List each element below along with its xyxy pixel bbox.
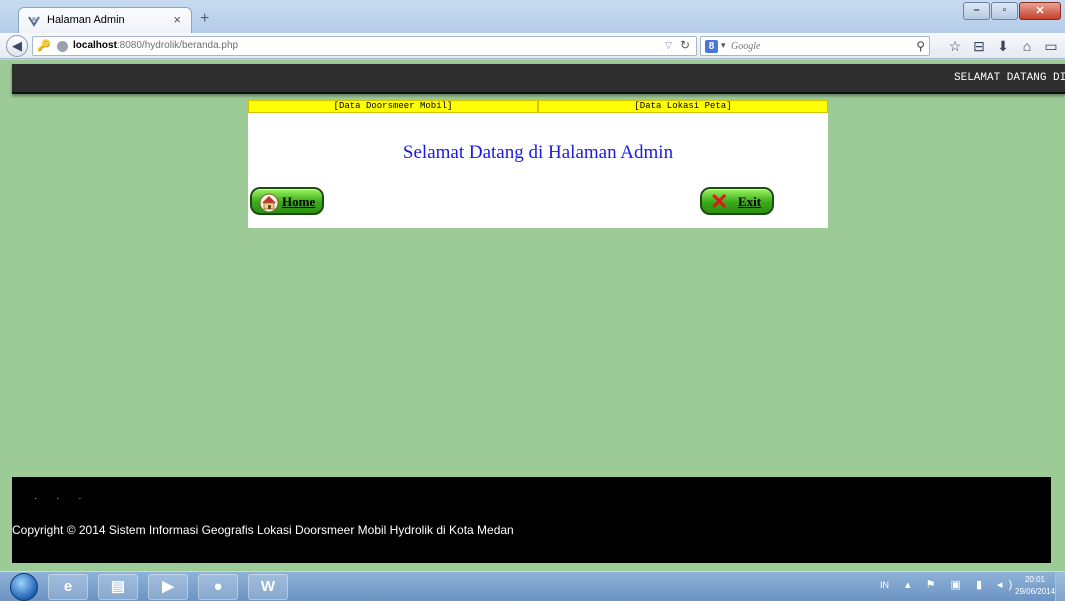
menu-item-doorsmeer[interactable]: [Data Doorsmeer Mobil] xyxy=(248,100,538,113)
language-indicator[interactable]: IN xyxy=(880,580,889,590)
footer-dots: · · · xyxy=(34,493,90,504)
clock-time: 20:01 xyxy=(1024,575,1046,584)
browser-titlebar: Halaman Admin × + – ▫ ✕ xyxy=(0,0,1065,34)
browser-navbar: ◀ 🔑 localhost:8080/hydrolik/beranda.php … xyxy=(0,33,1065,59)
reload-icon[interactable]: ↻ xyxy=(680,38,690,52)
tab-close-icon[interactable]: × xyxy=(173,12,181,27)
firefox-icon[interactable]: ● xyxy=(198,574,238,600)
welcome-marquee: SELAMAT DATANG DI xyxy=(954,72,1065,84)
search-input[interactable] xyxy=(731,39,901,53)
toolbar-icons: ☆ ⊟ ⬇ ⌂ ▭ ≡ xyxy=(945,38,1065,55)
close-window-button[interactable]: ✕ xyxy=(1019,2,1061,20)
clock[interactable]: 20:01 29/06/2014 xyxy=(1015,574,1055,598)
bookmark-star-icon[interactable]: ☆ xyxy=(945,38,965,55)
word-icon[interactable]: W xyxy=(248,574,288,600)
taskbar: e ▤ ▶ ● W IN ▴ ⚑ ▣ ▮ ◂) 20:01 29/06/2014 xyxy=(0,571,1065,601)
url-path: :8080/hydrolik/beranda.php xyxy=(116,40,239,51)
identity-icon[interactable]: 🔑 xyxy=(37,39,51,52)
tab-favicon-icon xyxy=(28,16,40,27)
clock-date: 29/06/2014 xyxy=(1015,587,1056,596)
search-bar[interactable]: 8 ▾ ⚲ xyxy=(700,36,930,56)
media-player-icon[interactable]: ▶ xyxy=(148,574,188,600)
home-nav-icon[interactable]: ⌂ xyxy=(1017,38,1037,55)
back-arrow-icon: ◀ xyxy=(12,38,22,53)
internet-explorer-icon[interactable]: e xyxy=(48,574,88,600)
system-tray-icons[interactable]: ▴ ⚑ ▣ ▮ ◂) xyxy=(905,578,1018,591)
file-explorer-icon[interactable]: ▤ xyxy=(98,574,138,600)
page-footer: · · · Copyright © 2014 Sistem Informasi … xyxy=(12,477,1051,563)
url-dropdown-icon[interactable]: ▽ xyxy=(665,40,672,51)
home-button[interactable]: Home xyxy=(250,187,324,215)
show-desktop-button[interactable] xyxy=(1055,572,1065,601)
url-text[interactable]: localhost:8080/hydrolik/beranda.php xyxy=(73,40,238,51)
admin-panel: [Data Doorsmeer Mobil] [Data Lokasi Peta… xyxy=(248,100,828,228)
start-button[interactable] xyxy=(10,573,38,601)
reading-list-icon[interactable]: ⊟ xyxy=(969,38,989,55)
page-viewport: SELAMAT DATANG DI [Data Doorsmeer Mobil]… xyxy=(0,60,1065,571)
new-tab-button[interactable]: + xyxy=(200,10,209,28)
search-engine-icon[interactable]: 8 xyxy=(705,40,718,53)
window-icon[interactable]: ▭ xyxy=(1041,38,1061,55)
exit-button[interactable]: ✕ Exit xyxy=(700,187,774,215)
minimize-button[interactable]: – xyxy=(963,2,990,20)
copyright-text: Copyright © 2014 Sistem Informasi Geogra… xyxy=(12,523,514,537)
maximize-icon: ▫ xyxy=(1002,4,1007,16)
window-controls: – ▫ ✕ xyxy=(962,2,1061,20)
header-bar: SELAMAT DATANG DI xyxy=(12,64,1065,94)
address-bar[interactable]: 🔑 localhost:8080/hydrolik/beranda.php ▽ … xyxy=(32,36,697,56)
exit-button-label: Exit xyxy=(738,194,762,209)
url-host: localhost xyxy=(73,40,117,51)
home-button-label: Home xyxy=(282,194,316,209)
browser-tab[interactable]: Halaman Admin × xyxy=(18,7,192,34)
maximize-button[interactable]: ▫ xyxy=(991,2,1018,20)
admin-menu: [Data Doorsmeer Mobil] [Data Lokasi Peta… xyxy=(248,100,828,113)
minimize-icon: – xyxy=(973,4,980,16)
menu-item-lokasi-peta[interactable]: [Data Lokasi Peta] xyxy=(538,100,828,113)
x-mark-icon: ✕ xyxy=(710,189,729,214)
tab-title: Halaman Admin xyxy=(47,14,125,26)
download-icon[interactable]: ⬇ xyxy=(993,38,1013,55)
search-icon[interactable]: ⚲ xyxy=(916,39,925,53)
chevron-down-icon[interactable]: ▾ xyxy=(721,40,726,51)
globe-icon xyxy=(57,41,68,52)
house-icon xyxy=(259,193,279,212)
back-button[interactable]: ◀ xyxy=(6,35,28,57)
page-title: Selamat Datang di Halaman Admin xyxy=(402,142,674,163)
close-icon: ✕ xyxy=(1035,5,1045,17)
